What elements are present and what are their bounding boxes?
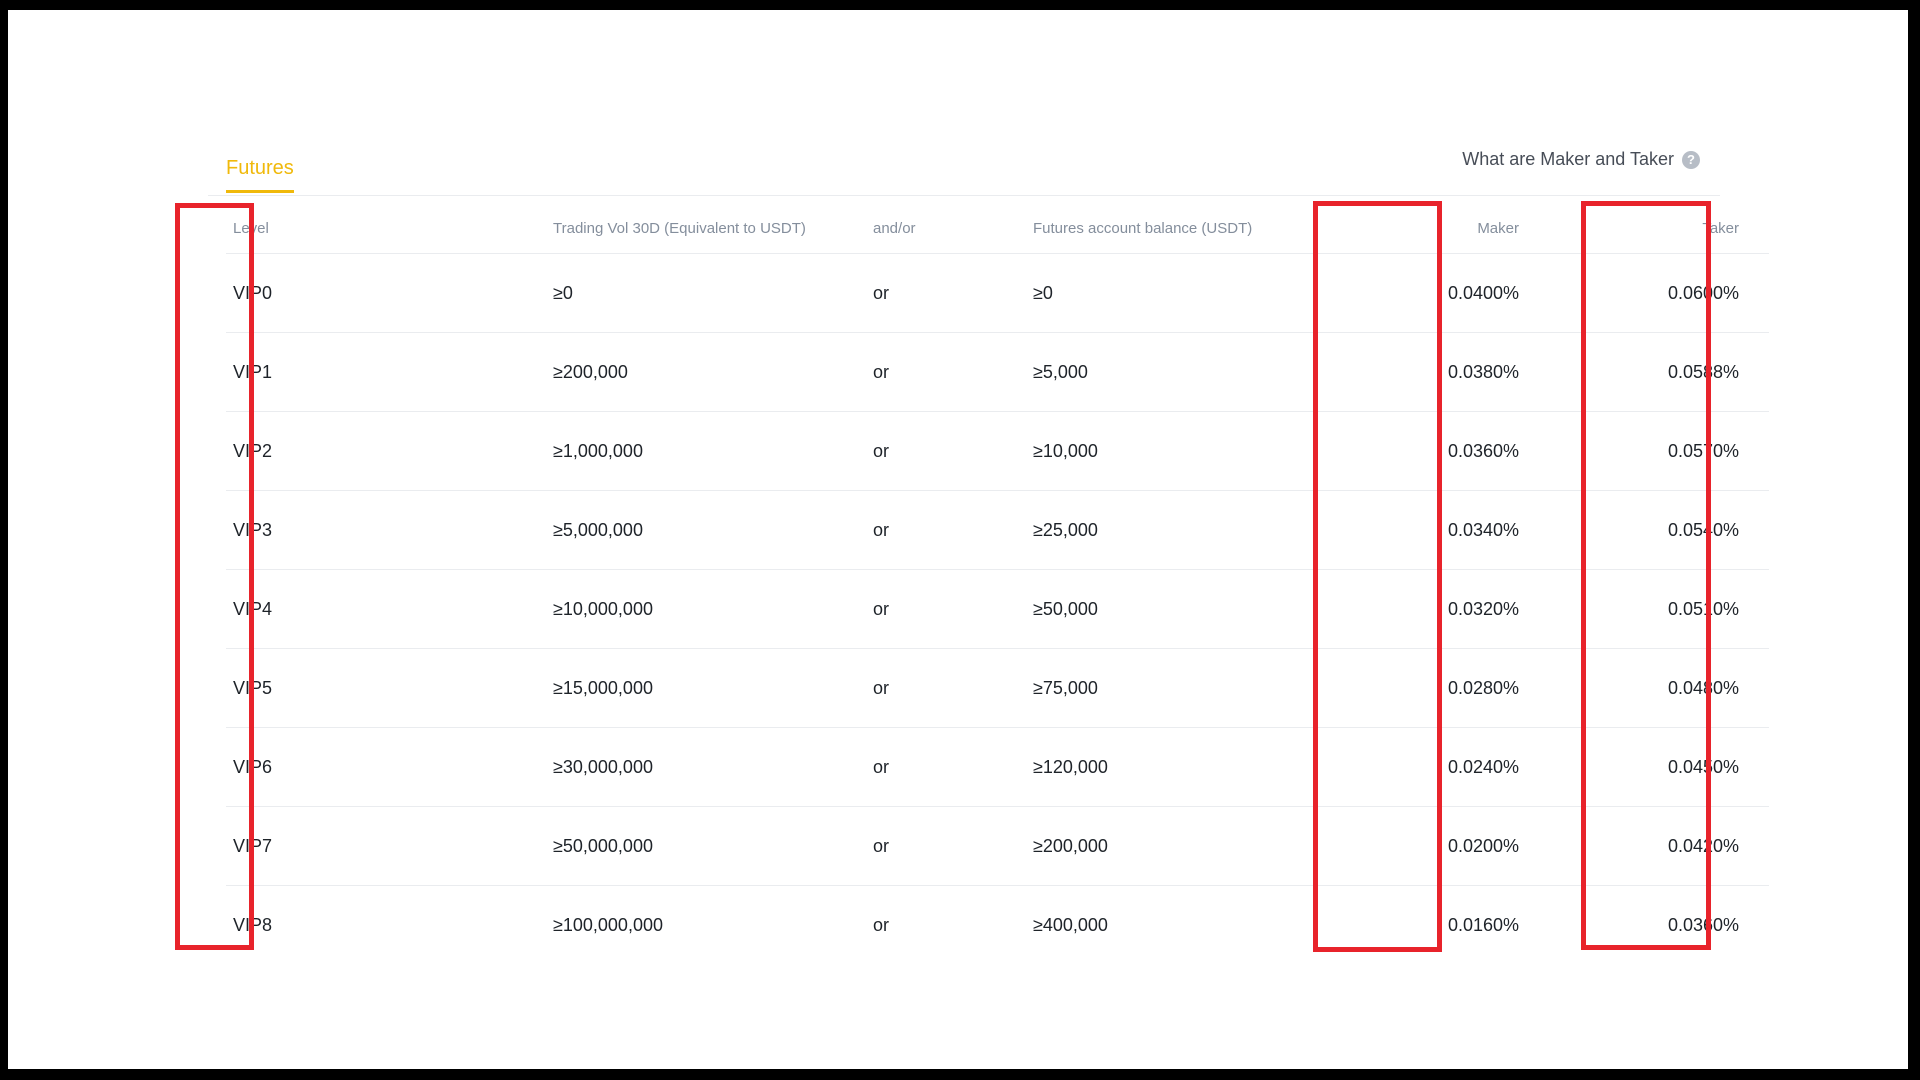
cell-maker-fee: 0.0240% xyxy=(1343,727,1549,807)
cell-and-or: or xyxy=(873,411,1033,491)
cell-futures-balance: ≥120,000 xyxy=(1033,727,1343,807)
cell-taker-fee: 0.0540% xyxy=(1549,490,1769,570)
cell-level: VIP6 xyxy=(226,727,553,807)
cell-futures-balance: ≥25,000 xyxy=(1033,490,1343,570)
cell-maker-fee: 0.0160% xyxy=(1447,914,1519,935)
cell-maker-fee: 0.0340% xyxy=(1343,490,1549,570)
cell-trading-volume: ≥15,000,000 xyxy=(553,648,873,728)
cell-taker-fee: 0.0510% xyxy=(1549,569,1769,649)
futures-fee-table: Level Trading Vol 30D (Equivalent to USD… xyxy=(226,203,1769,964)
cell-level: VIP1 xyxy=(226,332,553,412)
table-row: VIP8 ≥100,000,000 or ≥400,000 0.0160% 0.0360% xyxy=(226,886,1769,965)
cell-taker-fee: 0.0588% xyxy=(1549,332,1769,412)
cell-futures-balance: ≥10,000 xyxy=(1033,411,1343,491)
maker-taker-help-link[interactable]: What are Maker and Taker ? xyxy=(1462,149,1700,170)
header-taker: Taker xyxy=(1549,203,1769,254)
cell-taker-fee: 0.0450% xyxy=(1549,727,1769,807)
cell-trading-volume: ≥0 xyxy=(553,253,873,333)
cell-level: VIP2 xyxy=(226,411,553,491)
cell-and-or: or xyxy=(873,332,1033,412)
cell-and-or: or xyxy=(873,914,890,935)
table-row: VIP0 ≥0 or ≥0 0.0400% 0.0600% xyxy=(226,253,1769,333)
header-futures-balance: Futures account balance (USDT) xyxy=(1033,203,1343,254)
cell-trading-volume: ≥10,000,000 xyxy=(553,569,873,649)
cell-and-or: or xyxy=(873,253,1033,333)
tab-divider xyxy=(208,195,1720,196)
cell-level: VIP7 xyxy=(226,806,553,886)
cell-trading-volume: ≥30,000,000 xyxy=(553,727,873,807)
cell-level: VIP3 xyxy=(226,490,553,570)
table-row: VIP7 ≥50,000,000 or ≥200,000 0.0200% 0.0420% xyxy=(226,806,1769,886)
table-row: VIP1 ≥200,000 or ≥5,000 0.0380% 0.0588% xyxy=(226,332,1769,412)
cell-futures-balance: ≥5,000 xyxy=(1033,332,1343,412)
header-trading-volume: Trading Vol 30D (Equivalent to USDT) xyxy=(553,203,873,254)
table-row: VIP4 ≥10,000,000 or ≥50,000 0.0320% 0.0510% xyxy=(226,569,1769,649)
help-link-label: What are Maker and Taker xyxy=(1462,149,1674,169)
table-row: VIP5 ≥15,000,000 or ≥75,000 0.0280% 0.0480% xyxy=(226,648,1769,728)
cell-and-or: or xyxy=(873,569,1033,649)
question-icon[interactable]: ? xyxy=(1682,150,1700,169)
cell-maker-fee: 0.0380% xyxy=(1343,332,1549,412)
cell-level: VIP0 xyxy=(226,253,553,333)
cell-futures-balance: ≥75,000 xyxy=(1033,648,1343,728)
cell-maker-fee: 0.0400% xyxy=(1343,253,1549,333)
cell-taker-fee: 0.0420% xyxy=(1549,806,1769,886)
cell-trading-volume: ≥200,000 xyxy=(553,332,873,412)
cell-and-or: or xyxy=(873,648,1033,728)
table-row: VIP3 ≥5,000,000 or ≥25,000 0.0340% 0.0540% xyxy=(226,490,1769,570)
table-header-row: Level Trading Vol 30D (Equivalent to USD… xyxy=(226,203,1769,254)
cell-trading-volume: ≥1,000,000 xyxy=(553,411,873,491)
header-level: Level xyxy=(226,203,553,254)
cell-maker-fee: 0.0360% xyxy=(1343,411,1549,491)
cell-futures-balance: ≥0 xyxy=(1033,253,1343,333)
cell-maker-fee: 0.0200% xyxy=(1343,806,1549,886)
header-and-or: and/or xyxy=(873,203,1033,254)
tab-futures[interactable]: Futures xyxy=(226,157,294,193)
table-row: VIP2 ≥1,000,000 or ≥10,000 0.0360% 0.0570% xyxy=(226,411,1769,491)
cell-level: VIP8 xyxy=(233,914,273,935)
cell-taker-fee: 0.0480% xyxy=(1549,648,1769,728)
cell-level: VIP4 xyxy=(226,569,553,649)
table-row: VIP6 ≥30,000,000 or ≥120,000 0.0240% 0.0450% xyxy=(226,727,1769,807)
fee-rate-panel: Futures What are Maker and Taker ? Level… xyxy=(175,145,1769,955)
table-body: VIP0 ≥0 or ≥0 0.0400% 0.0600% VIP1 ≥200,000 or ≥5… xyxy=(226,253,1769,965)
cell-futures-balance: ≥200,000 xyxy=(1033,806,1343,886)
screenshot-canvas: Futures What are Maker and Taker ? Level… xyxy=(8,10,1908,1069)
cell-taker-fee: 0.0360% xyxy=(1667,914,1739,935)
cell-maker-fee: 0.0280% xyxy=(1343,648,1549,728)
cell-and-or: or xyxy=(873,490,1033,570)
cell-taker-fee: 0.0600% xyxy=(1549,253,1769,333)
cell-maker-fee: 0.0320% xyxy=(1343,569,1549,649)
cell-taker-fee: 0.0570% xyxy=(1549,411,1769,491)
cell-and-or: or xyxy=(873,727,1033,807)
cell-and-or: or xyxy=(873,806,1033,886)
cell-futures-balance: ≥400,000 xyxy=(1033,914,1108,935)
cell-level: VIP5 xyxy=(226,648,553,728)
cell-trading-volume: ≥50,000,000 xyxy=(553,806,873,886)
header-maker: Maker xyxy=(1343,203,1549,254)
cell-trading-volume: ≥100,000,000 xyxy=(553,914,663,935)
cell-futures-balance: ≥50,000 xyxy=(1033,569,1343,649)
cell-trading-volume: ≥5,000,000 xyxy=(553,490,873,570)
